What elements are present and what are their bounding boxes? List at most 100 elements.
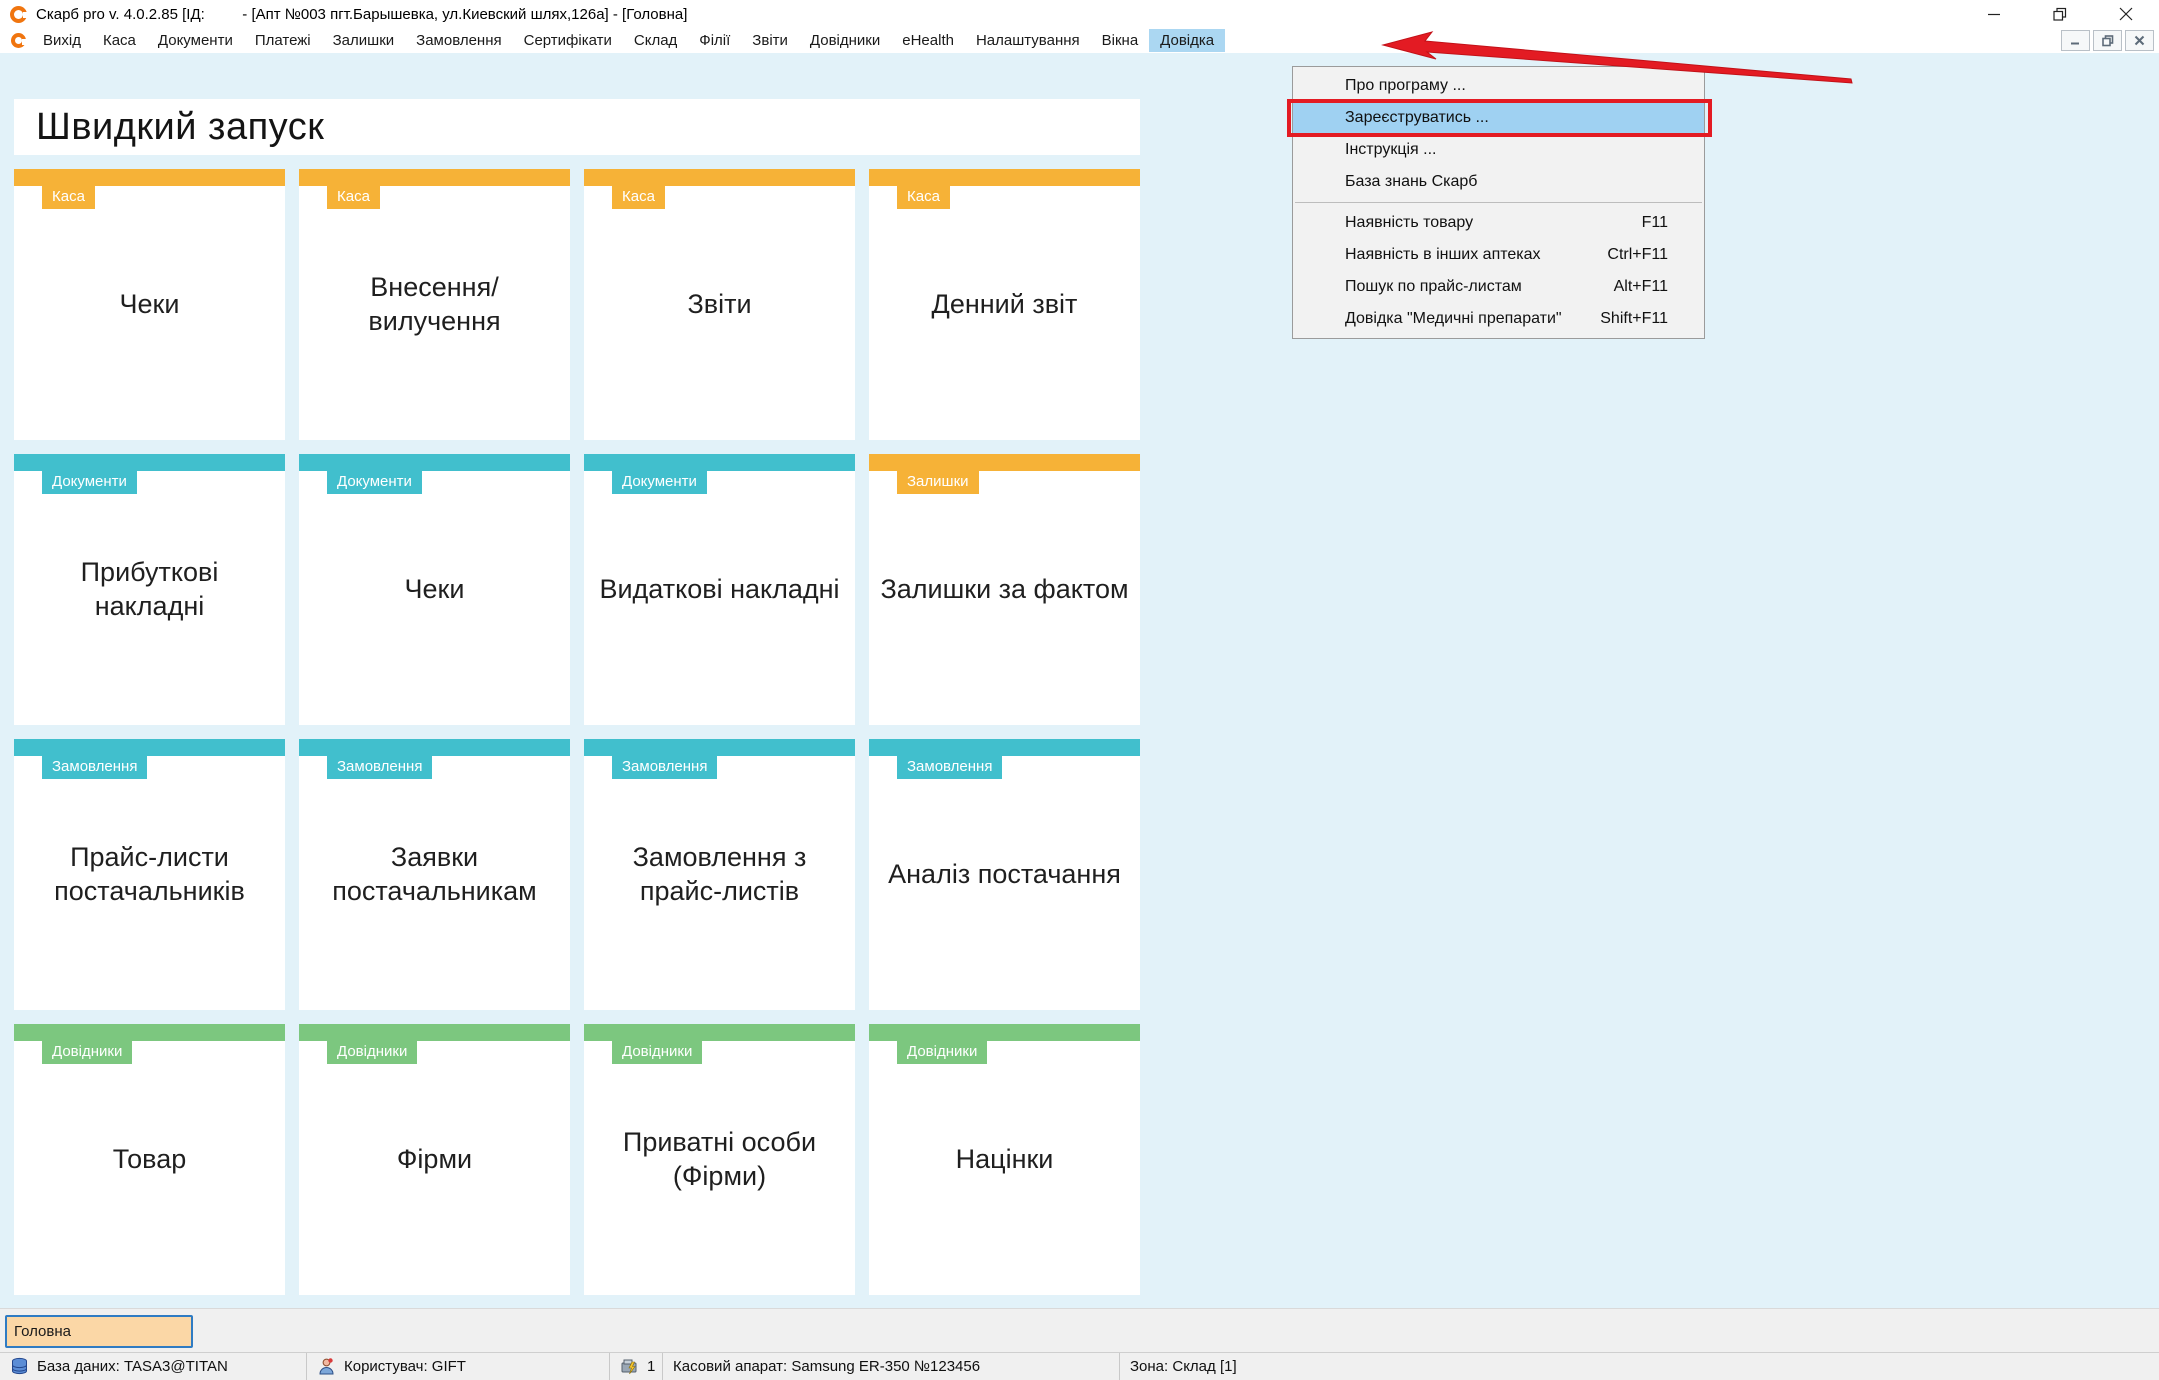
menu-item-налаштування[interactable]: Налаштування (965, 29, 1091, 52)
help-menu-item[interactable]: Зареєструватись ... (1293, 102, 1704, 134)
menu-item-каса[interactable]: Каса (92, 29, 147, 52)
menu-bar: ВихідКасаДокументиПлатежіЗалишкиЗамовлен… (0, 28, 2159, 53)
status-bar: База даних: TASA3@TITAN Користувач: GIFT… (0, 1352, 2159, 1380)
menu-item-платежі[interactable]: Платежі (244, 29, 322, 52)
tile-label: Чеки (299, 454, 570, 725)
user-icon (317, 1357, 336, 1376)
help-menu-item-shortcut: Alt+F11 (1614, 278, 1668, 296)
status-database: База даних: TASA3@TITAN (0, 1353, 307, 1380)
mdi-window-controls (2061, 30, 2154, 51)
quick-launch-tile[interactable]: КасаДенний звіт (869, 169, 1140, 440)
title-bar: Скарб pro v. 4.0.2.85 [ІД: - [Апт №003 п… (0, 0, 2159, 28)
help-menu-item-label: Зареєструватись ... (1345, 109, 1489, 127)
tile-label: Прибуткові накладні (14, 454, 285, 725)
help-menu-item[interactable]: Пошук по прайс-листамAlt+F11 (1293, 271, 1704, 303)
tile-label: Внесення/вилучення (299, 169, 570, 440)
mdi-close-button[interactable] (2125, 30, 2154, 51)
quick-launch-tile[interactable]: КасаЗвіти (584, 169, 855, 440)
help-menu-item-label: Наявність товару (1345, 214, 1473, 232)
quick-launch-tile[interactable]: ЗалишкиЗалишки за фактом (869, 454, 1140, 725)
help-menu-item[interactable]: Наявність товару F11 (1293, 207, 1704, 239)
help-menu-item-label: Інструкція ... (1345, 141, 1437, 159)
help-menu-item[interactable]: Інструкція ... (1293, 134, 1704, 166)
tile-label: Денний звіт (869, 169, 1140, 440)
menu-item-вихід[interactable]: Вихід (32, 29, 92, 52)
menu-item-документи[interactable]: Документи (147, 29, 244, 52)
window-title: Скарб pro v. 4.0.2.85 [ІД: - [Апт №003 п… (36, 6, 687, 23)
menu-item-сертифікати[interactable]: Сертифікати (513, 29, 623, 52)
restore-button[interactable] (2027, 0, 2093, 28)
database-icon (10, 1357, 29, 1376)
tile-label: Заявки постачальникам (299, 739, 570, 1010)
mdi-restore-button[interactable] (2093, 30, 2122, 51)
help-menu-item[interactable]: Про програму ... (1293, 70, 1704, 102)
help-dropdown-menu: Про програму ... Зареєструватись ... Інстр… (1292, 66, 1705, 339)
tile-label: Націнки (869, 1024, 1140, 1295)
tab-main[interactable]: Головна (5, 1315, 193, 1348)
help-menu-item-label: Наявність в інших аптеках (1345, 246, 1541, 264)
menu-item-звіти[interactable]: Звіти (741, 29, 799, 52)
tile-label: Товар (14, 1024, 285, 1295)
tile-label: Видаткові накладні (584, 454, 855, 725)
help-menu-item[interactable]: Довідка "Медичні препарати" Shift+F11 (1293, 303, 1704, 335)
quick-launch-tile[interactable]: ДокументиЧеки (299, 454, 570, 725)
zone-label: Зона: Склад [1] (1130, 1358, 1237, 1375)
register-label: Касовий апарат: Samsung ER-350 №123456 (673, 1358, 980, 1375)
document-logo-icon (11, 33, 26, 48)
quick-launch-tile[interactable]: ЗамовленняЗаявки постачальникам (299, 739, 570, 1010)
status-register: Касовий апарат: Samsung ER-350 №123456 (663, 1353, 1120, 1380)
close-button[interactable] (2093, 0, 2159, 28)
quick-launch-tile[interactable]: ЗамовленняАналіз постачання (869, 739, 1140, 1010)
cash-register-icon (620, 1357, 639, 1376)
database-label: База даних: TASA3@TITAN (37, 1358, 228, 1375)
user-label: Користувач: GIFT (344, 1358, 466, 1375)
help-menu-item[interactable]: База знань Скарб (1293, 166, 1704, 198)
tile-label: Чеки (14, 169, 285, 440)
tab-main-label: Головна (14, 1323, 71, 1340)
menu-item-вікна[interactable]: Вікна (1091, 29, 1150, 52)
window-controls (1961, 0, 2159, 28)
quick-launch-tile[interactable]: КасаЧеки (14, 169, 285, 440)
quick-launch-tile[interactable]: ДокументиВидаткові накладні (584, 454, 855, 725)
status-user: Користувач: GIFT (307, 1353, 610, 1380)
quick-launch-header: Швидкий запуск (14, 99, 1140, 155)
register-count: 1 (647, 1358, 655, 1375)
menu-item-замовлення[interactable]: Замовлення (405, 29, 512, 52)
menu-item-довідники[interactable]: Довідники (799, 29, 891, 52)
tile-label: Залишки за фактом (869, 454, 1140, 725)
tile-label: Звіти (584, 169, 855, 440)
tab-bar: Головна (0, 1308, 2159, 1352)
menu-item-склад[interactable]: Склад (623, 29, 688, 52)
quick-launch-tile[interactable]: ДовідникиТовар (14, 1024, 285, 1295)
menu-item-ehealth[interactable]: eHealth (891, 29, 965, 52)
help-menu-item-label: Про програму ... (1345, 77, 1466, 95)
menu-item-філії[interactable]: Філії (688, 29, 741, 52)
page-title: Швидкий запуск (36, 106, 324, 149)
status-zone: Зона: Склад [1] (1120, 1353, 2159, 1380)
quick-launch-grid: КасаЧекиКасаВнесення/вилученняКасаЗвітиК… (14, 169, 1140, 1295)
menu-item-довідка[interactable]: Довідка (1149, 29, 1225, 52)
tile-label: Замовлення з прайс-листів (584, 739, 855, 1010)
help-menu-item-shortcut: F11 (1642, 214, 1668, 232)
help-menu-item-label: База знань Скарб (1345, 173, 1477, 191)
help-menu-item-label: Довідка "Медичні препарати" (1345, 310, 1562, 328)
main-content: Швидкий запуск КасаЧекиКасаВнесення/вилу… (0, 53, 2159, 1308)
quick-launch-tile[interactable]: ЗамовленняЗамовлення з прайс-листів (584, 739, 855, 1010)
tile-label: Приватні особи (Фірми) (584, 1024, 855, 1295)
app-logo-icon (10, 6, 27, 23)
mdi-minimize-button[interactable] (2061, 30, 2090, 51)
quick-launch-tile[interactable]: ДокументиПрибуткові накладні (14, 454, 285, 725)
help-menu-item-shortcut: Ctrl+F11 (1607, 246, 1668, 264)
quick-launch-tile[interactable]: ДовідникиФірми (299, 1024, 570, 1295)
help-menu-item[interactable]: Наявність в інших аптеках Ctrl+F11 (1293, 239, 1704, 271)
tile-label: Прайс-листи постачальників (14, 739, 285, 1010)
tile-label: Фірми (299, 1024, 570, 1295)
quick-launch-tile[interactable]: КасаВнесення/вилучення (299, 169, 570, 440)
quick-launch-tile[interactable]: ДовідникиНацінки (869, 1024, 1140, 1295)
minimize-button[interactable] (1961, 0, 2027, 28)
quick-launch-tile[interactable]: ЗамовленняПрайс-листи постачальників (14, 739, 285, 1010)
quick-launch-tile[interactable]: ДовідникиПриватні особи (Фірми) (584, 1024, 855, 1295)
status-register-count: 1 (610, 1353, 663, 1380)
help-menu-item-shortcut: Shift+F11 (1600, 310, 1668, 328)
menu-item-залишки[interactable]: Залишки (322, 29, 406, 52)
